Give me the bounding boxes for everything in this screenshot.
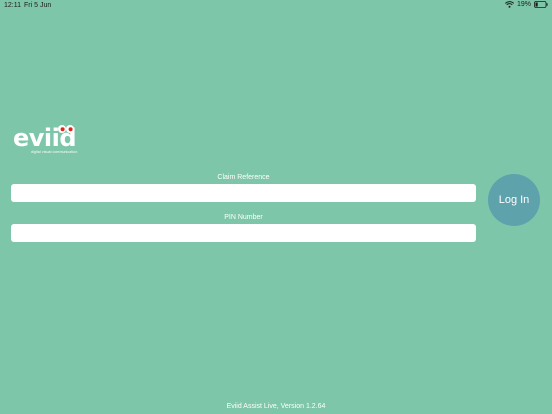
- logo-tagline: digital visual communication: [31, 150, 78, 154]
- pin-number-label: PIN Number: [224, 214, 263, 221]
- eviid-logo: eviid digital visual communication: [13, 121, 81, 157]
- status-date: Fri 5 Jun: [24, 2, 52, 9]
- pin-number-input[interactable]: [11, 224, 476, 242]
- login-button[interactable]: Log In: [488, 174, 540, 226]
- wifi-icon: [504, 1, 514, 8]
- status-bar: 12:11 Fri 5 Jun 19%: [0, 0, 552, 12]
- claim-reference-label: Claim Reference: [217, 174, 270, 181]
- claim-reference-input[interactable]: [11, 184, 476, 202]
- version-text: Eviid Assist Live, Version 1.2.64: [226, 403, 326, 410]
- battery-icon: [534, 1, 548, 8]
- logo-eyes-icon: [57, 121, 75, 139]
- status-indicators: 19%: [504, 1, 548, 8]
- battery-percentage: 19%: [516, 1, 531, 8]
- status-time: 12:11: [4, 2, 21, 9]
